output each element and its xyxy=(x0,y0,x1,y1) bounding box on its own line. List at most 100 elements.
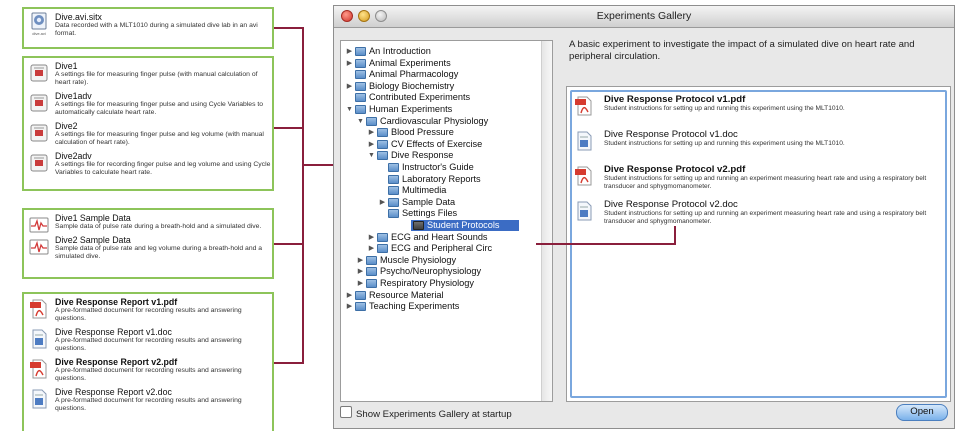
callout-item-desc: Data recorded with a MLT1010 during a si… xyxy=(55,22,258,37)
startup-checkbox[interactable] xyxy=(340,406,352,418)
tree-item[interactable]: ▼ Cardiovascular Physiology xyxy=(341,116,541,127)
tree-item-label: Student Protocols xyxy=(427,220,500,230)
tree-item[interactable]: Instructor's Guide xyxy=(341,162,541,173)
folder-icon xyxy=(366,255,377,265)
tree-item[interactable]: ▶ Biology Biochemistry xyxy=(341,81,541,92)
tree-item[interactable]: Settings Files xyxy=(341,208,541,219)
doc-icon xyxy=(577,201,592,221)
disclosure-closed-icon[interactable]: ▶ xyxy=(378,197,387,208)
callout-item-desc: A pre-formatted document for recording r… xyxy=(55,307,242,322)
folder-icon xyxy=(388,197,399,207)
tree-item[interactable]: ▶ Muscle Physiology xyxy=(341,255,541,266)
tree-item[interactable]: ▶ Blood Pressure xyxy=(341,127,541,138)
disclosure-closed-icon[interactable]: ▶ xyxy=(356,255,365,266)
callout-item-desc: Sample data of pulse rate and leg volume… xyxy=(55,245,263,260)
callout-item-name: Dive1adv xyxy=(55,91,92,101)
tree-item-label: Animal Experiments xyxy=(369,57,451,68)
file-desc: Student instructions for setting up and … xyxy=(604,210,927,225)
disclosure-closed-icon[interactable]: ▶ xyxy=(367,243,376,254)
tree-item[interactable]: Laboratory Reports xyxy=(341,174,541,185)
disclosure-closed-icon[interactable]: ▶ xyxy=(356,266,365,277)
tree-item[interactable]: ▼ Human Experiments xyxy=(341,104,541,115)
tree-item-label: Contributed Experiments xyxy=(369,92,471,103)
disclosure-closed-icon[interactable]: ▶ xyxy=(345,46,354,57)
callout-item-desc: A settings file for measuring finger pul… xyxy=(55,71,258,86)
folder-icon xyxy=(388,174,399,184)
tree-item-label: Respiratory Physiology xyxy=(380,278,474,288)
open-button[interactable]: Open xyxy=(896,404,948,421)
file-item-protocol-v2-pdf[interactable]: Dive Response Protocol v2.pdf Student in… xyxy=(574,164,934,198)
doc-icon xyxy=(32,329,47,349)
tree-item-label: CV Effects of Exercise xyxy=(391,138,483,149)
disclosure-closed-icon[interactable]: ▶ xyxy=(367,232,376,243)
tree-item-label: Multimedia xyxy=(402,185,447,196)
disclosure-closed-icon[interactable]: ▶ xyxy=(345,58,354,69)
settings-file-icon xyxy=(30,154,48,172)
file-item-protocol-v1-pdf[interactable]: Dive Response Protocol v1.pdf Student in… xyxy=(574,94,934,128)
pdf-icon xyxy=(575,166,592,186)
callout-item-name: Dive2 xyxy=(55,121,78,131)
tree-item[interactable]: ▶ Psycho/Neurophysiology xyxy=(341,266,541,277)
tree-item[interactable]: ▶ Teaching Experiments xyxy=(341,301,541,312)
startup-option[interactable]: Show Experiments Gallery at startup xyxy=(340,406,512,420)
disclosure-open-icon[interactable]: ▼ xyxy=(356,116,365,127)
disclosure-open-icon[interactable]: ▼ xyxy=(345,104,354,115)
callout-item-dive2-sample: Dive2 Sample Data Sample data of pulse r… xyxy=(24,235,272,261)
disclosure-closed-icon[interactable]: ▶ xyxy=(356,278,365,289)
tree-item[interactable]: ▶ Sample Data xyxy=(341,197,541,208)
settings-file-icon xyxy=(30,94,48,112)
experiments-gallery-window: Experiments Gallery ▶ An Introduction ▶ Ani… xyxy=(333,5,955,429)
settings-files-callout: Dive1 A settings file for measuring fing… xyxy=(22,56,274,191)
tree-item[interactable]: Multimedia xyxy=(341,185,541,196)
tree-item[interactable]: ▶ Respiratory Physiology xyxy=(341,278,541,289)
pdf-icon xyxy=(30,299,47,319)
callout-item-desc: A settings file for recording finger pul… xyxy=(55,161,271,176)
callout-item-dive-avi: dive.avi Dive.avi.sitx Data recorded wit… xyxy=(24,12,272,38)
callout-item-dive2: Dive2 A settings file for measuring fing… xyxy=(24,121,272,147)
tree-item-label: Settings Files xyxy=(402,208,458,219)
callout-item-name: Dive1 xyxy=(55,61,78,71)
tree-item[interactable]: ▶ ECG and Heart Sounds xyxy=(341,232,541,243)
disclosure-open-icon[interactable]: ▼ xyxy=(367,150,376,161)
disclosure-closed-icon[interactable]: ▶ xyxy=(345,290,354,301)
folder-icon xyxy=(366,267,377,277)
tree-item[interactable]: ▶ ECG and Peripheral Circ xyxy=(341,243,541,254)
archive-icon-caption: dive.avi xyxy=(32,31,46,36)
folder-icon xyxy=(366,279,377,288)
tree-item-label: Psycho/Neurophysiology xyxy=(380,266,482,277)
tree-scrollbar[interactable] xyxy=(541,41,552,401)
settings-file-icon xyxy=(30,64,48,82)
experiment-tree[interactable]: ▶ An Introduction ▶ Animal Experiments Anima… xyxy=(340,40,553,402)
callout-item-report-v2-pdf: Dive Response Report v2.pdf A pre-format… xyxy=(24,357,272,383)
tree-item[interactable]: Animal Pharmacology xyxy=(341,69,541,80)
tree-item[interactable]: ▶ Animal Experiments xyxy=(341,58,541,69)
callout-item-name: Dive.avi.sitx xyxy=(55,12,102,22)
tree-item[interactable]: Student Protocols xyxy=(411,220,519,231)
disclosure-closed-icon[interactable]: ▶ xyxy=(367,139,376,150)
callout-item-desc: A settings file for measuring finger pul… xyxy=(55,131,264,146)
folder-icon xyxy=(388,163,399,172)
tree-item[interactable]: ▶ CV Effects of Exercise xyxy=(341,139,541,150)
tree-item[interactable]: ▶ Resource Material xyxy=(341,290,541,301)
file-item-protocol-v1-doc[interactable]: Dive Response Protocol v1.doc Student in… xyxy=(574,129,934,163)
file-name: Dive Response Protocol v2.pdf xyxy=(604,164,746,175)
file-item-protocol-v2-doc[interactable]: Dive Response Protocol v2.doc Student in… xyxy=(574,199,934,233)
disclosure-closed-icon[interactable]: ▶ xyxy=(345,81,354,92)
tree-item[interactable]: ▼ Dive Response xyxy=(341,150,541,161)
tree-item[interactable]: Contributed Experiments xyxy=(341,92,541,103)
callout-item-desc: A pre-formatted document for recording r… xyxy=(55,367,242,382)
doc-icon xyxy=(32,389,47,409)
callout-item-name: Dive Response Report v1.pdf xyxy=(55,297,178,307)
folder-icon xyxy=(355,81,366,91)
callout-item-report-v1-doc: Dive Response Report v1.doc A pre-format… xyxy=(24,327,272,353)
folder-icon xyxy=(377,244,388,254)
disclosure-closed-icon[interactable]: ▶ xyxy=(367,127,376,138)
tree-item[interactable]: ▶ An Introduction xyxy=(341,46,541,57)
folder-icon xyxy=(355,302,366,312)
tree-item-label: An Introduction xyxy=(369,46,431,56)
tree-item-label: Laboratory Reports xyxy=(402,173,481,184)
disclosure-closed-icon[interactable]: ▶ xyxy=(345,301,354,312)
selection-connector-vertical xyxy=(674,226,676,245)
callout-item-dive1adv: Dive1adv A settings file for measuring f… xyxy=(24,91,272,117)
tree-item-label: Muscle Physiology xyxy=(380,254,457,265)
